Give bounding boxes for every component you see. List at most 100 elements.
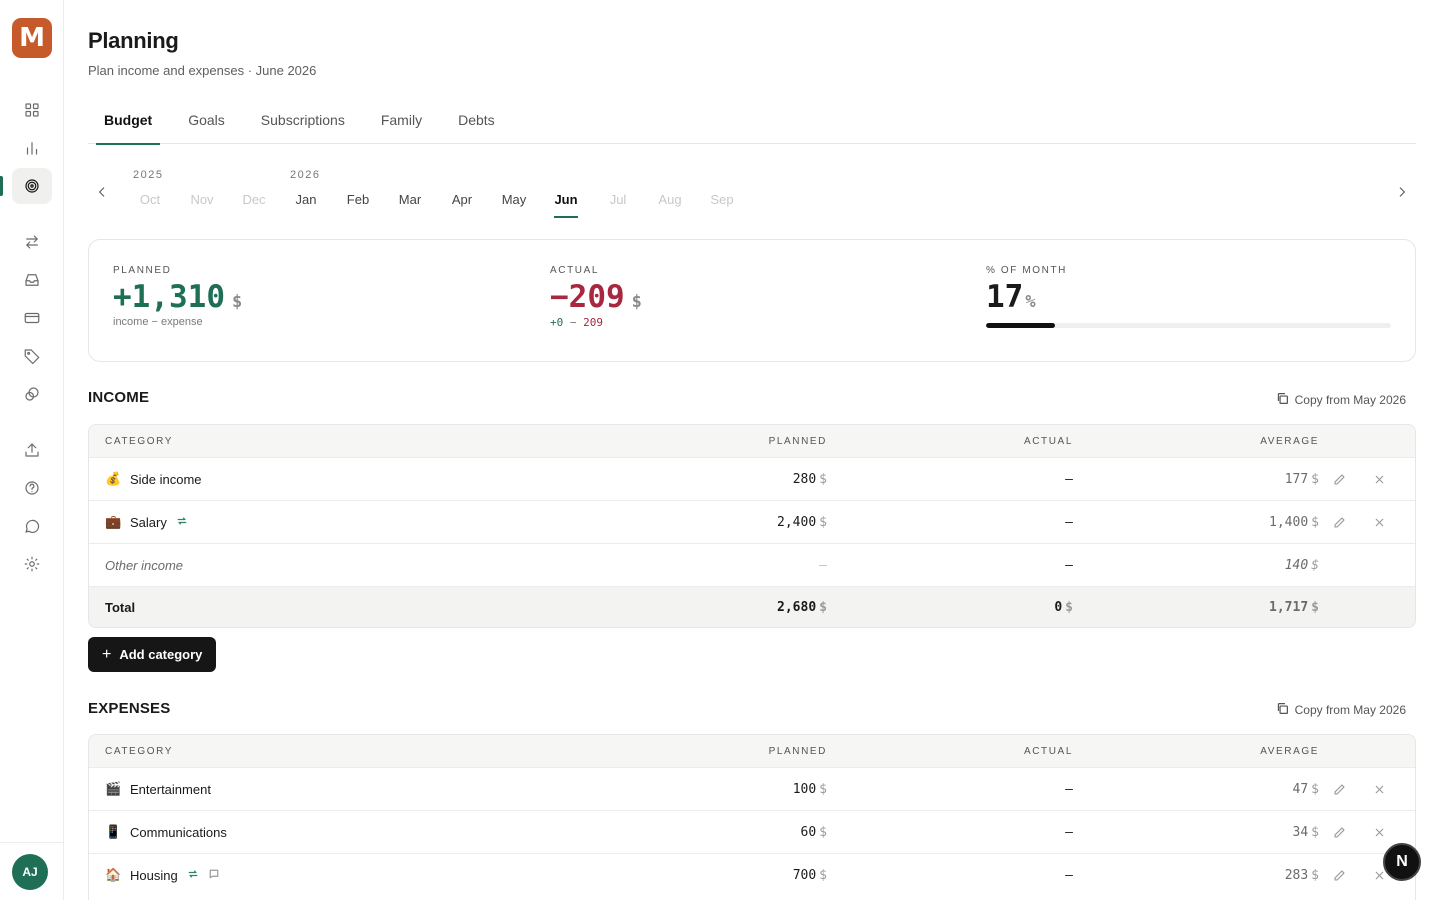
month-jul[interactable]: Jul [592,192,644,207]
bar-chart-icon[interactable] [12,130,52,166]
money-bag-icon: 💰 [105,471,122,486]
category-name: Entertainment [130,781,211,797]
month-sep[interactable]: Sep [696,192,748,207]
actual-amount: — [1065,514,1073,530]
transfer-icon[interactable] [12,224,52,260]
page-subtitle: Plan income and expenses · June 2026 [88,63,317,78]
credit-card-icon[interactable] [12,300,52,336]
tag-icon[interactable] [12,338,52,374]
column-average: AVERAGE [1260,435,1319,447]
month-apr[interactable]: Apr [436,192,488,207]
planned-amount[interactable]: 280 $ [793,458,827,500]
table-header: CATEGORY PLANNED ACTUAL AVERAGE [89,425,1415,457]
sidebar-divider [0,842,64,843]
edit-icon[interactable] [1331,824,1347,840]
expenses-copy-button[interactable]: Copy from May 2026 [1276,702,1406,718]
month-oct[interactable]: Oct [124,192,176,207]
month-jun[interactable]: Jun [540,192,592,218]
close-icon[interactable] [1371,824,1387,840]
month-nov[interactable]: Nov [176,192,228,207]
month-jan[interactable]: Jan [280,192,332,207]
edit-icon[interactable] [1331,781,1347,797]
table-row[interactable]: 💰 Side income 280 $ — 177 $ [89,457,1415,500]
column-actual: ACTUAL [1023,435,1073,447]
edit-icon[interactable] [1331,514,1347,530]
actual-note: +0 − 209 [550,316,603,329]
column-category: CATEGORY [105,745,173,757]
settings-icon[interactable] [12,546,52,582]
chevron-right-icon[interactable] [1390,180,1414,204]
planned-label: PLANNED [113,265,172,276]
column-average: AVERAGE [1260,745,1319,757]
income-copy-button[interactable]: Copy from May 2026 [1276,392,1406,408]
total-label: Total [105,599,136,615]
planned-amount[interactable]: 100 $ [793,768,827,810]
category-name: Other income [105,557,184,573]
tab-debts[interactable]: Debts [442,104,511,144]
table-row[interactable]: 💼 Salary 2,400 $ — 1,400 $ [89,500,1415,543]
chevron-left-icon[interactable] [90,180,114,204]
category-cell: 💼 Salary [105,501,188,543]
comment-icon[interactable] [208,868,220,883]
month-aug[interactable]: Aug [644,192,696,207]
tab-subscriptions[interactable]: Subscriptions [245,104,361,144]
planned-value: +1,310 $ [113,279,243,315]
coins-icon[interactable] [12,376,52,412]
tab-goals[interactable]: Goals [172,104,241,144]
table-row[interactable]: 🎬 Entertainment 100 $ — 47 $ [89,767,1415,810]
month-feb[interactable]: Feb [332,192,384,207]
planned-amount[interactable]: 2,400 $ [777,501,827,543]
avatar[interactable]: AJ [12,854,48,890]
recurring-icon [176,515,188,530]
table-row[interactable]: 📱 Communications 60 $ — 34 $ [89,810,1415,853]
income-title: INCOME [88,389,150,406]
total-planned: 2,680 $ [777,599,827,615]
category-name: Communications [130,824,227,840]
actual-amount: — [1065,867,1073,883]
close-icon[interactable] [1371,471,1387,487]
copy-label: Copy from May 2026 [1294,703,1406,717]
target-icon[interactable] [12,168,52,204]
table-row[interactable]: 🏠 Housing 700 $ — 283 $ [89,853,1415,896]
briefcase-icon: 💼 [105,514,122,529]
upload-icon[interactable] [12,432,52,468]
tab-family[interactable]: Family [365,104,438,144]
average-amount: 283 $ [1284,867,1319,883]
average-amount: 177 $ [1284,471,1319,487]
close-icon[interactable] [1371,514,1387,530]
month-may[interactable]: May [488,192,540,207]
close-icon[interactable] [1371,781,1387,797]
inbox-icon[interactable] [12,262,52,298]
add-category-button[interactable]: + Add category [88,637,217,672]
planned-amount[interactable]: 700 $ [793,854,827,896]
copy-label: Copy from May 2026 [1294,393,1406,407]
category-cell: 📱 Communications [105,811,227,853]
floating-action-button[interactable]: N [1383,843,1421,881]
actual-label: ACTUAL [550,265,600,276]
month-mar[interactable]: Mar [384,192,436,207]
category-name: Housing [130,867,178,883]
column-planned: PLANNED [768,745,827,757]
average-amount: 47 $ [1292,781,1319,797]
year-label-2026: 2026 [290,169,321,181]
tab-budget[interactable]: Budget [88,104,168,145]
expenses-table: CATEGORY PLANNED ACTUAL AVERAGE 🎬 Entert… [88,734,1416,900]
help-icon[interactable] [12,470,52,506]
edit-icon[interactable] [1331,867,1347,883]
copy-icon [1276,702,1289,718]
app-logo[interactable]: M [12,18,52,58]
sidebar: M AJ [0,0,64,900]
edit-icon[interactable] [1331,471,1347,487]
average-amount: 34 $ [1292,824,1319,840]
category-name: Salary [130,514,167,530]
dashboard-icon[interactable] [12,92,52,128]
planned-amount[interactable]: 60 $ [801,811,827,853]
month-selector: 2025 2026 Oct Nov Dec Jan Feb Mar Apr Ma… [88,160,1416,220]
month-progress-bar [986,323,1391,328]
month-dec[interactable]: Dec [228,192,280,207]
active-indicator [0,176,3,196]
recurring-icon [187,868,199,883]
summary-card: PLANNED +1,310 $ income − expense ACTUAL … [88,239,1416,362]
table-header: CATEGORY PLANNED ACTUAL AVERAGE [89,735,1415,767]
chat-icon[interactable] [12,508,52,544]
